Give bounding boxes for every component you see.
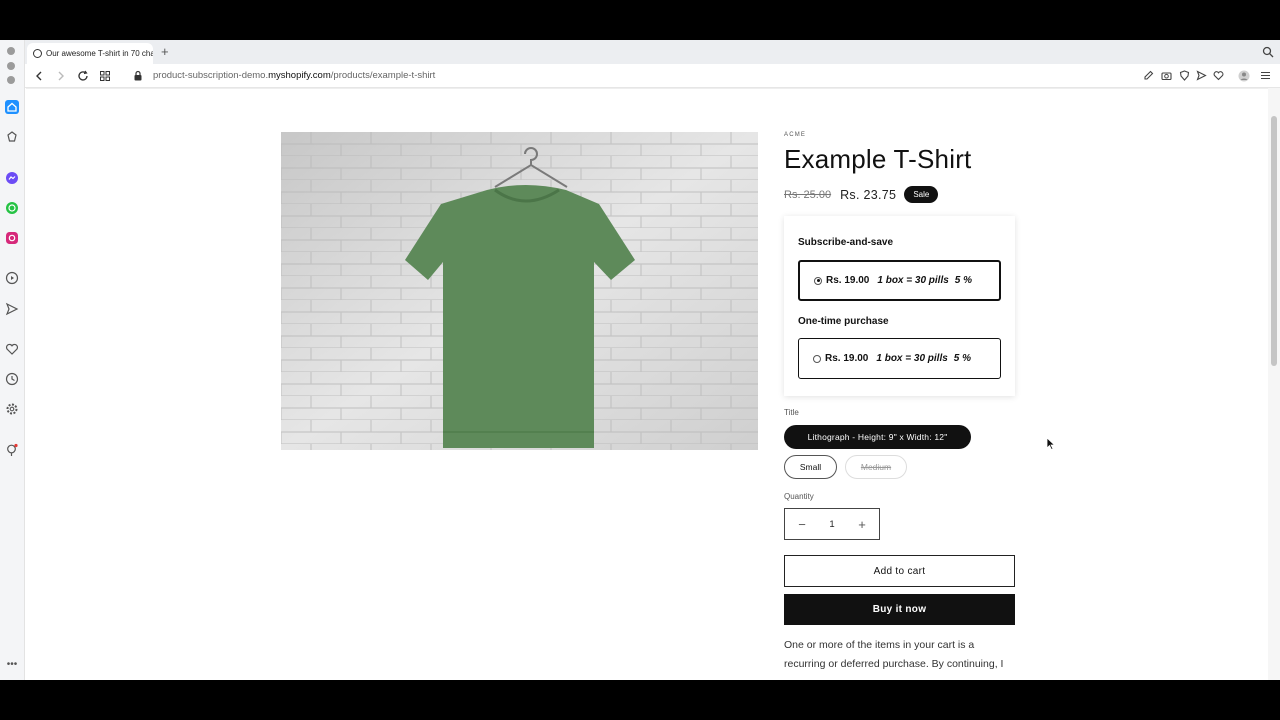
forward-arrow-icon[interactable]	[54, 69, 68, 83]
settings-gear-icon[interactable]	[5, 402, 19, 416]
header-divider	[26, 88, 1268, 89]
variant-label: Title	[784, 408, 799, 417]
onetime-group-title: One-time purchase	[798, 316, 889, 327]
browser-window: ••• Our awesome T-shirt in 70 cha + prod…	[0, 40, 1280, 680]
messenger-icon[interactable]	[5, 171, 19, 185]
quantity-stepper: − 1 +	[784, 508, 880, 540]
heart-icon[interactable]	[5, 342, 19, 356]
url-prefix: product-subscription-demo.	[153, 70, 269, 81]
url-domain: myshopify.com	[268, 70, 331, 81]
avatar-icon[interactable]	[1238, 70, 1250, 82]
url-field[interactable]: product-subscription-demo.myshopify.com/…	[153, 70, 435, 81]
history-icon[interactable]	[5, 372, 19, 386]
onetime-option[interactable]: Rs. 19.00 1 box = 30 pills 5 %	[798, 338, 1001, 379]
browser-tab[interactable]: Our awesome T-shirt in 70 cha	[27, 43, 153, 64]
heart-icon[interactable]	[1213, 70, 1224, 81]
edit-icon[interactable]	[1143, 70, 1154, 81]
mouse-cursor-icon	[1046, 437, 1056, 450]
recurring-purchase-disclaimer: One or more of the items in your cart is…	[784, 639, 1004, 670]
new-tab-button[interactable]: +	[161, 45, 169, 59]
whatsapp-icon[interactable]	[5, 201, 19, 215]
search-icon[interactable]	[1262, 46, 1274, 58]
quantity-decrease-button[interactable]: −	[795, 517, 809, 532]
quantity-label: Quantity	[784, 492, 814, 501]
window-maximize-dot[interactable]	[7, 76, 15, 84]
send-icon[interactable]	[1196, 70, 1207, 81]
more-options-icon[interactable]: •••	[5, 657, 19, 671]
product-image[interactable]	[281, 132, 758, 450]
onetime-option-percent: 5 %	[953, 353, 972, 364]
page-scrollbar[interactable]	[1268, 88, 1280, 680]
tab-bar: Our awesome T-shirt in 70 cha +	[25, 40, 1280, 64]
lock-icon[interactable]	[133, 70, 143, 81]
price-row: Rs. 25.00 Rs. 23.75 Sale	[784, 186, 939, 203]
sale-price: Rs. 23.75	[840, 187, 897, 202]
vendor-label: ACME	[784, 132, 807, 138]
bookmarks-icon[interactable]	[5, 130, 19, 144]
window-close-dot[interactable]	[7, 47, 15, 55]
scrollbar-thumb[interactable]	[1271, 116, 1277, 366]
quantity-input[interactable]: 1	[829, 519, 834, 530]
subscription-widget: Subscribe-and-save Rs. 19.00 1 box = 30 …	[784, 216, 1015, 396]
camera-icon[interactable]	[1161, 70, 1172, 81]
instagram-icon[interactable]	[5, 231, 19, 245]
window-minimize-dot[interactable]	[7, 62, 15, 70]
menu-icon[interactable]	[1260, 70, 1271, 81]
sale-badge: Sale	[904, 186, 939, 203]
subscribe-option-price: Rs. 19.00	[826, 275, 870, 286]
tab-title: Our awesome T-shirt in 70 cha	[46, 49, 153, 58]
screen: ••• Our awesome T-shirt in 70 cha + prod…	[0, 0, 1280, 720]
add-to-cart-button[interactable]: Add to cart	[784, 555, 1015, 587]
radio-unselected-icon[interactable]	[813, 354, 821, 363]
globe-icon	[33, 49, 42, 58]
address-bar: product-subscription-demo.myshopify.com/…	[25, 64, 1280, 88]
lightbulb-icon[interactable]	[5, 443, 19, 457]
onetime-option-price: Rs. 19.00	[825, 353, 869, 364]
browser-sidebar: •••	[0, 40, 25, 680]
subscribe-option-percent: 5 %	[954, 275, 973, 286]
subscribe-group-title: Subscribe-and-save	[798, 237, 894, 248]
url-path: /products/example-t-shirt	[330, 70, 436, 81]
subscribe-option-detail: 1 box = 30 pills	[877, 275, 949, 286]
reload-icon[interactable]	[76, 69, 90, 83]
variant-pill-small[interactable]: Small	[784, 455, 837, 479]
player-icon[interactable]	[5, 271, 19, 285]
product-image-graphic	[281, 132, 758, 450]
page-viewport: ACME Example T-Shirt Rs. 25.00 Rs. 23.75…	[26, 88, 1268, 680]
quantity-increase-button[interactable]: +	[855, 517, 869, 532]
tab-grid-icon[interactable]	[98, 69, 112, 83]
home-icon[interactable]	[5, 100, 19, 114]
product-title: Example T-Shirt	[784, 144, 972, 174]
buy-now-button[interactable]: Buy it now	[784, 594, 1015, 625]
variant-pill-medium[interactable]: Medium	[845, 455, 907, 479]
shield-icon[interactable]	[1179, 70, 1190, 81]
regular-price: Rs. 25.00	[784, 188, 832, 201]
subscribe-option[interactable]: Rs. 19.00 1 box = 30 pills 5 %	[798, 260, 1001, 301]
send-icon[interactable]	[5, 302, 19, 316]
back-arrow-icon[interactable]	[32, 69, 46, 83]
onetime-option-detail: 1 box = 30 pills	[876, 353, 948, 364]
radio-selected-icon[interactable]	[814, 276, 822, 285]
variant-pill-lithograph[interactable]: Lithograph - Height: 9" x Width: 12"	[784, 425, 971, 449]
